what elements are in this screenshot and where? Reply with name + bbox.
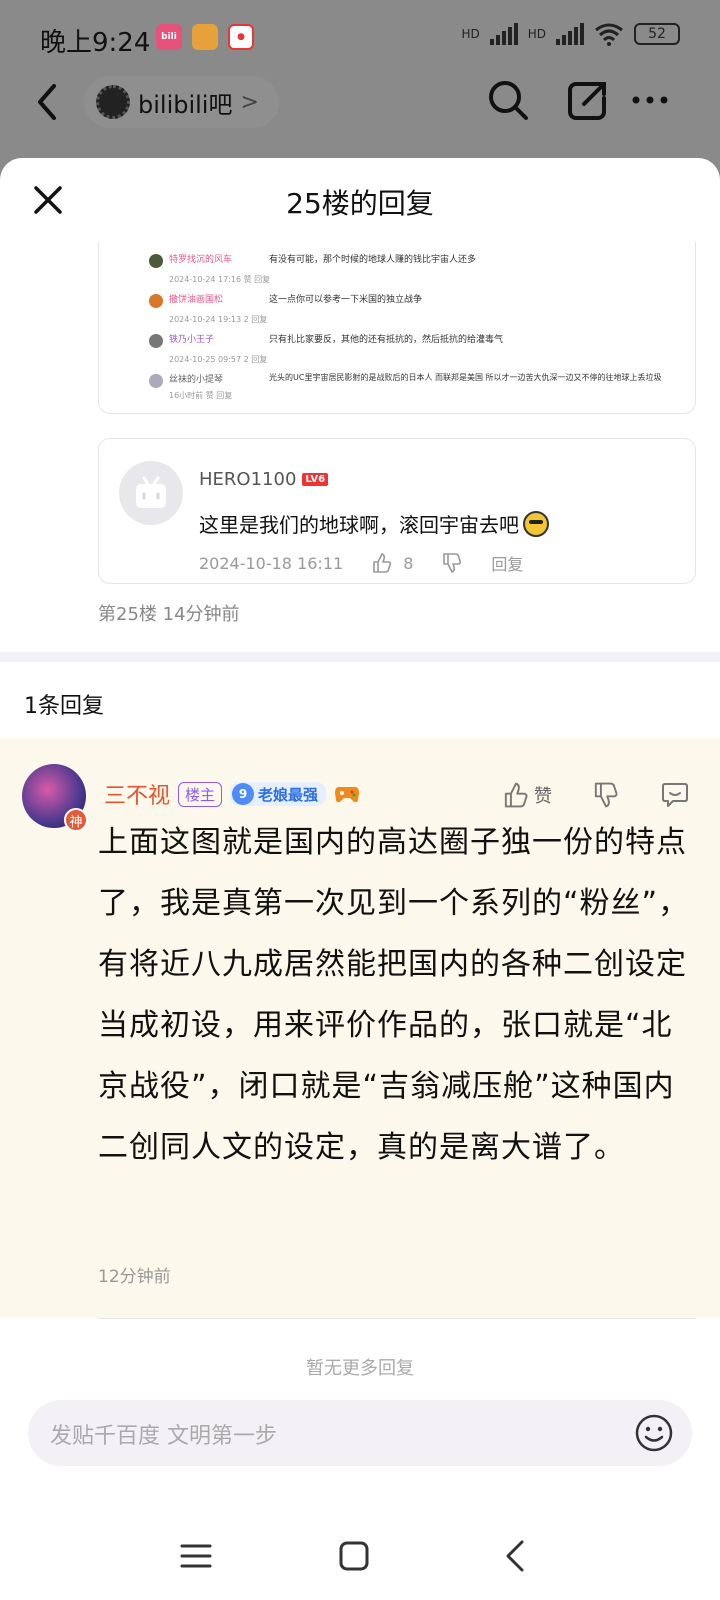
comment-input[interactable]: 发贴千百度 文明第一步 — [28, 1400, 692, 1466]
sheet-header: 25楼的回复 — [0, 158, 720, 244]
battery-icon: 52 — [634, 23, 680, 45]
thumbs-up-icon[interactable] — [371, 552, 393, 574]
quoted-comment-card[interactable]: HERO1100 LV6 这里是我们的地球啊，滚回宇宙去吧 2024-10-18… — [98, 438, 696, 584]
image-comment-row: 撒饼油画国松 这一点你可以参考一下米国的独立战争 2024-10-24 19:1… — [149, 290, 689, 330]
status-right: HD HD 52 — [461, 22, 680, 46]
reply-sheet: 25楼的回复 特罗找沉的风车 有没有可能，那个时候的地球人赚的钱比宇宙人还多 2… — [0, 158, 720, 1600]
level-number: 9 — [232, 783, 255, 805]
image-comment-text: 这一点你可以参考一下米国的独立战争 — [269, 295, 423, 305]
list-end-divider — [98, 1318, 696, 1319]
like-button[interactable]: 赞 — [502, 781, 552, 809]
home-icon[interactable] — [334, 1536, 374, 1576]
quoted-comment-time: 2024-10-18 16:11 — [199, 553, 344, 573]
image-comment-row: 丝袜的小提琴 光头的UC里宇宙居民影射的是战败后的日本人 而联邦是美国 所以才一… — [149, 370, 689, 410]
image-comment-row: 铁乃小王子 只有扎比家要反，其他的还有抵抗的，然后抵抗的给灌毒气 2024-10… — [149, 330, 689, 370]
forum-name: bilibili吧 — [138, 90, 233, 119]
level-title: 老娘最强 — [258, 785, 319, 804]
status-app-icons: bili ● — [156, 24, 254, 50]
post-image[interactable]: 特罗找沉的风车 有没有可能，那个时候的地球人赚的钱比宇宙人还多 2024-10-… — [98, 242, 696, 414]
comment-bubble-icon — [662, 783, 688, 807]
emoji-picker-icon[interactable] — [634, 1413, 674, 1453]
comment-button[interactable] — [660, 780, 690, 810]
quoted-reply-button[interactable]: 回复 — [491, 551, 523, 575]
reply-user-name[interactable]: 三不视 — [104, 778, 170, 810]
notification-app-icon: ● — [228, 24, 254, 50]
more-icon[interactable] — [628, 78, 672, 122]
image-comment-meta: 2024-10-25 09:57 2 回复 — [169, 355, 268, 364]
menu-icon[interactable] — [176, 1536, 216, 1576]
image-comment-meta: 2024-10-24 19:13 2 回复 — [169, 315, 268, 324]
image-comment-text: 光头的UC里宇宙居民影射的是战败后的日本人 而联邦是美国 所以才一边苦大仇深一边… — [269, 373, 662, 382]
back-icon[interactable] — [496, 1536, 536, 1576]
thumbs-down-icon[interactable] — [441, 552, 463, 574]
quoted-user[interactable]: HERO1100 LV6 — [199, 469, 329, 490]
search-icon[interactable] — [486, 78, 530, 122]
image-comment-avatar — [149, 374, 163, 388]
image-comment-avatar — [149, 294, 163, 308]
image-comment-text: 有没有可能，那个时候的地球人赚的钱比宇宙人还多 — [269, 255, 477, 265]
thumbs-up-icon — [504, 782, 528, 808]
image-comment-meta: 16小时前 赞 回复 — [169, 391, 233, 400]
image-comment-avatar — [149, 334, 163, 348]
image-comment-text: 只有扎比家要反，其他的还有抵抗的，然后抵抗的给灌毒气 — [269, 335, 504, 345]
comment-input-placeholder: 发贴千百度 文明第一步 — [50, 1424, 277, 1449]
image-comment-name: 特罗找沉的风车 — [169, 255, 233, 265]
image-comment-name: 丝袜的小提琴 — [169, 375, 224, 385]
quoted-user-avatar[interactable] — [119, 461, 183, 525]
quoted-user-level: LV6 — [302, 473, 329, 486]
status-bar: 晚上9:24 bili ● HD HD 52 — [0, 0, 720, 70]
share-icon[interactable] — [566, 78, 610, 122]
no-more-replies: 暂无更多回复 — [306, 1358, 414, 1379]
image-comment-meta: 2024-10-24 17:16 赞 回复 — [169, 275, 271, 284]
reply-header: 三不视 楼主 9 老娘最强 — [104, 778, 360, 810]
image-comment-avatar — [149, 254, 163, 268]
reply-item: 神 三不视 楼主 9 老娘最强 赞 上面这图就是国内的高达圈子独一份的特点了，我… — [0, 738, 720, 1318]
god-badge: 神 — [64, 808, 88, 832]
wifi-icon — [595, 23, 623, 46]
quoted-comment-text: 这里是我们的地球啊，滚回宇宙去吧 — [199, 509, 549, 538]
image-comment-row: 特罗找沉的风车 有没有可能，那个时候的地球人赚的钱比宇宙人还多 2024-10-… — [149, 250, 689, 290]
folder-app-icon — [192, 24, 218, 50]
quoted-like-count: 8 — [403, 553, 414, 573]
like-label: 赞 — [534, 786, 552, 807]
status-time: 晚上9:24 — [40, 28, 151, 58]
bilibili-app-icon: bili — [156, 24, 182, 50]
top-nav: bilibili吧 > — [0, 70, 720, 160]
section-divider — [0, 652, 720, 662]
reply-body: 上面这图就是国内的高达圈子独一份的特点了，我是真第一次见到一个系列的“粉丝”，有… — [98, 825, 690, 1165]
back-chevron-icon[interactable] — [32, 82, 62, 122]
signal-icon-2 — [556, 23, 584, 45]
quoted-comment-meta: 2024-10-18 16:11 8 回复 — [199, 551, 523, 575]
forum-arrow-icon: > — [240, 89, 259, 115]
level-tag: 9 老娘最强 — [230, 782, 327, 806]
image-comment-name: 铁乃小王子 — [169, 335, 215, 345]
reply-actions: 赞 — [502, 780, 690, 810]
sheet-title: 25楼的回复 — [286, 187, 434, 220]
quoted-user-name: HERO1100 — [199, 469, 297, 490]
floor-info: 第25楼 14分钟前 — [98, 604, 240, 625]
forum-link[interactable]: bilibili吧 > — [84, 76, 279, 128]
signal-icon — [489, 23, 518, 45]
quoted-comment-body: 这里是我们的地球啊，滚回宇宙去吧 — [199, 513, 519, 537]
cool-face-emoji-icon — [523, 510, 549, 537]
gamepad-icon — [335, 787, 360, 803]
forum-avatar — [96, 85, 130, 119]
reply-time: 12分钟前 — [98, 1267, 171, 1287]
bilibili-tv-icon — [136, 476, 166, 508]
image-comment-name: 撒饼油画国松 — [169, 295, 224, 305]
dislike-button[interactable] — [592, 781, 620, 809]
owner-tag: 楼主 — [178, 781, 223, 807]
system-nav-bar — [0, 1478, 720, 1600]
reply-count: 1条回复 — [24, 694, 104, 719]
network-label-1: HD — [461, 27, 480, 41]
thumbs-down-icon — [594, 782, 618, 808]
network-label-2: HD — [527, 27, 546, 41]
